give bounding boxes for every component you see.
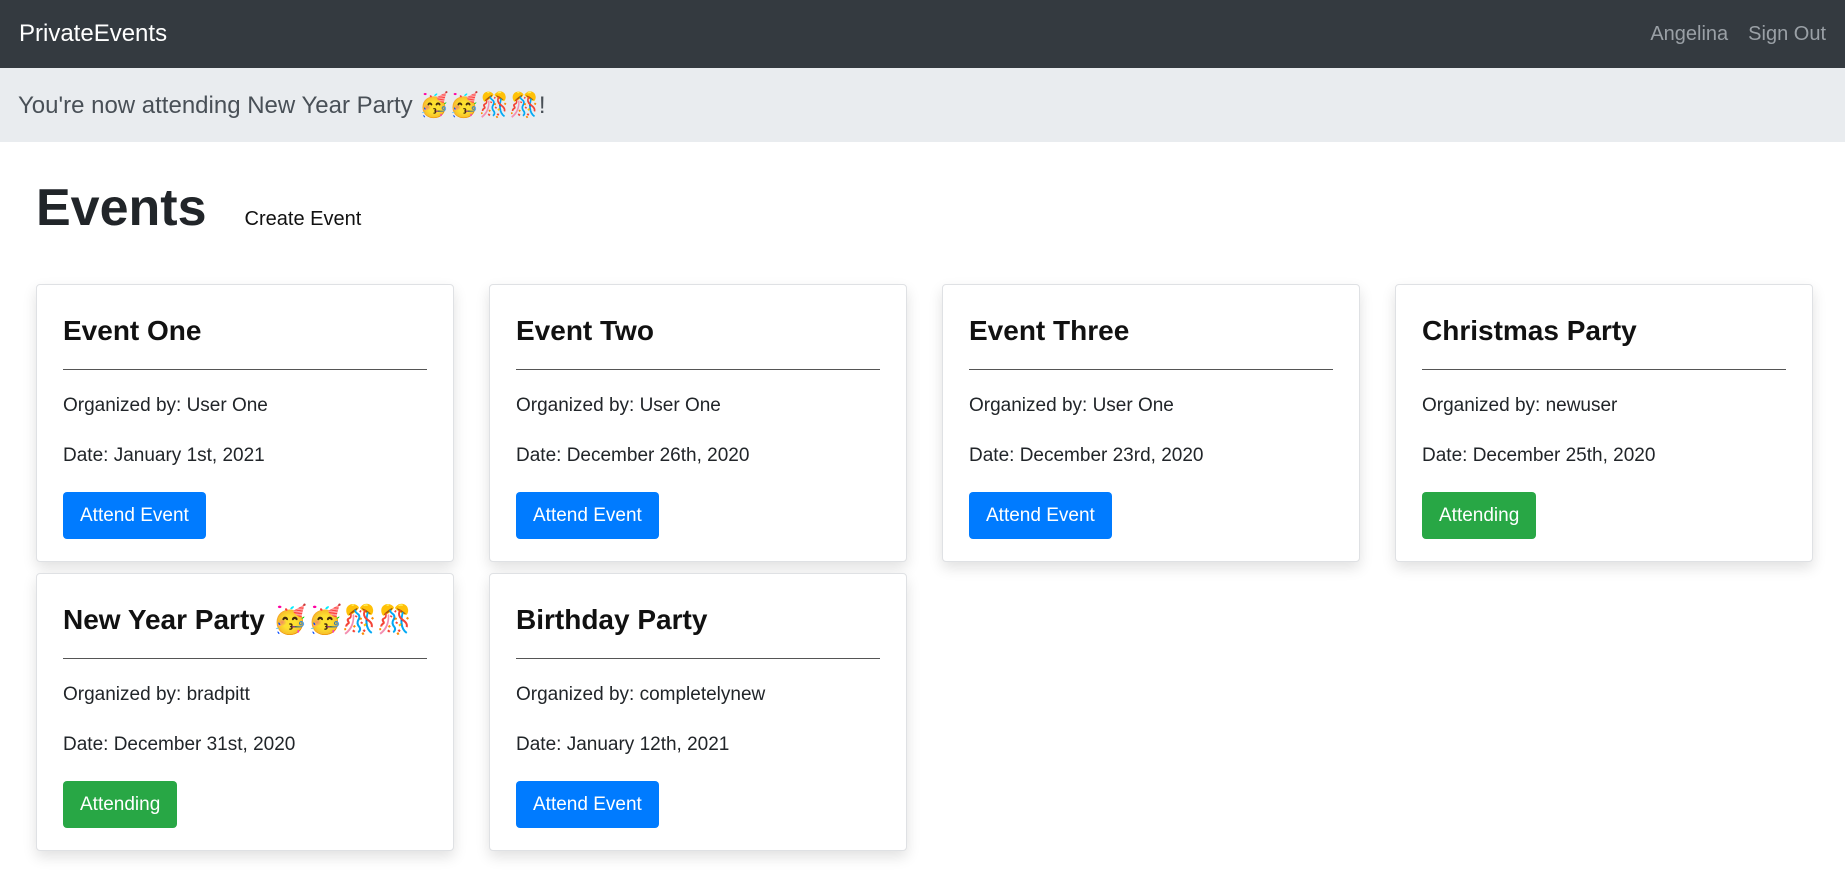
event-date: Date: December 26th, 2020 [516, 445, 750, 466]
event-title[interactable]: Birthday Party [516, 602, 880, 638]
card-divider [63, 658, 427, 659]
event-card: Event Three Organized by: User One Date:… [942, 284, 1360, 562]
event-title[interactable]: New Year Party 🥳🥳🎊🎊 [63, 602, 427, 638]
event-date: Date: December 23rd, 2020 [969, 445, 1204, 466]
event-date: Date: December 31st, 2020 [63, 734, 296, 755]
event-card: Event Two Organized by: User One Date: D… [489, 284, 907, 562]
top-navbar: PrivateEvents Angelina Sign Out [0, 0, 1845, 68]
notice-alert: You're now attending New Year Party 🥳🥳🎊🎊… [0, 68, 1845, 142]
attend-event-button[interactable]: Attend Event [516, 492, 659, 539]
card-divider [516, 658, 880, 659]
event-date: Date: December 25th, 2020 [1422, 445, 1656, 466]
event-date: Date: January 1st, 2021 [63, 445, 265, 466]
event-card: Birthday Party Organized by: completelyn… [489, 573, 907, 851]
event-date: Date: January 12th, 2021 [516, 734, 730, 755]
card-divider [63, 369, 427, 370]
card-divider [1422, 369, 1786, 370]
events-grid: Event One Organized by: User One Date: J… [0, 284, 1845, 851]
attend-event-button[interactable]: Attend Event [969, 492, 1112, 539]
event-organizer: Organized by: User One [516, 395, 721, 416]
alert-message: You're now attending New Year Party 🥳🥳🎊🎊… [18, 91, 546, 119]
sign-out-link[interactable]: Sign Out [1748, 23, 1826, 46]
event-title[interactable]: Christmas Party [1422, 313, 1786, 349]
event-card: Event One Organized by: User One Date: J… [36, 284, 454, 562]
event-card: Christmas Party Organized by: newuser Da… [1395, 284, 1813, 562]
card-divider [969, 369, 1333, 370]
event-card: New Year Party 🥳🥳🎊🎊 Organized by: bradpi… [36, 573, 454, 851]
event-title[interactable]: Event One [63, 313, 427, 349]
event-title[interactable]: Event Three [969, 313, 1333, 349]
event-organizer: Organized by: User One [63, 395, 268, 416]
event-organizer: Organized by: newuser [1422, 395, 1618, 416]
brand-link[interactable]: PrivateEvents [19, 20, 167, 48]
attending-button[interactable]: Attending [63, 781, 178, 828]
user-profile-link[interactable]: Angelina [1650, 23, 1728, 46]
page-header: Events Create Event [0, 142, 1845, 246]
attending-button[interactable]: Attending [1422, 492, 1537, 539]
card-divider [516, 369, 880, 370]
event-organizer: Organized by: completelynew [516, 684, 766, 705]
attend-event-button[interactable]: Attend Event [516, 781, 659, 828]
event-title[interactable]: Event Two [516, 313, 880, 349]
event-organizer: Organized by: User One [969, 395, 1174, 416]
page-title: Events [36, 179, 207, 237]
nav-right: Angelina Sign Out [1650, 23, 1826, 46]
event-organizer: Organized by: bradpitt [63, 684, 250, 705]
create-event-link[interactable]: Create Event [245, 208, 362, 231]
attend-event-button[interactable]: Attend Event [63, 492, 206, 539]
